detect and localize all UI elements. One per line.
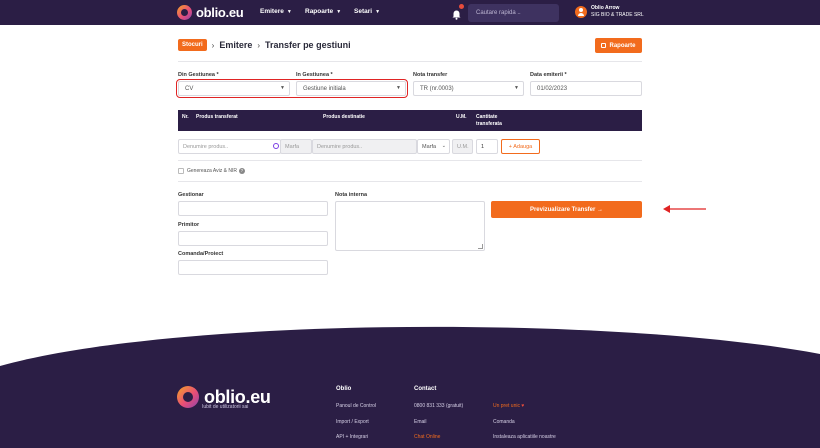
- top-navbar: oblio.eu Emitere ▼ Rapoarte ▼ Setari ▼ Caut…: [0, 0, 820, 25]
- help-icon[interactable]: ?: [238, 168, 245, 174]
- breadcrumb-emitere[interactable]: Emitere: [219, 40, 252, 50]
- gestionar-input[interactable]: [178, 201, 328, 216]
- issue-date-value: 01/02/2023: [537, 86, 568, 92]
- footer-email[interactable]: Email: [414, 419, 427, 425]
- preview-transfer-button[interactable]: Previzualizare Transfer →: [491, 201, 642, 218]
- chevron-right-icon: ›: [211, 40, 215, 50]
- footer-link[interactable]: Comanda: [493, 419, 515, 425]
- primitor-label: Primitor: [178, 222, 200, 228]
- internal-note-label: Nota interna: [335, 192, 368, 198]
- chevron-down-icon: ▼: [336, 8, 342, 15]
- issue-date-label: Data emiterii *: [530, 72, 567, 78]
- transfer-note-label: Nota transfer: [413, 72, 448, 78]
- nav-setari[interactable]: Setari ▼: [354, 8, 380, 15]
- transfer-note-value: TR (nr.0003): [420, 86, 454, 92]
- to-warehouse-label: In Gestiunea *: [296, 72, 333, 78]
- nav-label: Rapoarte: [305, 8, 334, 15]
- footer-chat[interactable]: Chat Online: [414, 434, 440, 440]
- col-nr: Nr.: [182, 114, 189, 120]
- arrow-icon: [663, 205, 706, 213]
- notification-badge: [459, 4, 464, 9]
- product-input[interactable]: Denumire produs..: [178, 139, 281, 154]
- footer: [0, 322, 820, 448]
- footer-link[interactable]: Panoul de Control: [336, 403, 376, 409]
- logo-icon: [177, 5, 192, 20]
- nav-label: Setari: [354, 8, 373, 15]
- col-um: U.M.: [456, 114, 467, 120]
- col-product-transferred: Produs transferat: [196, 114, 238, 120]
- header-divider: [178, 61, 642, 62]
- footer-col-contact-title: Contact: [414, 386, 437, 392]
- footer-tagline: Iubit de utilizatorii sai: [202, 404, 249, 410]
- nav-label: Emitere: [260, 8, 284, 15]
- nav-rapoarte[interactable]: Rapoarte ▼: [305, 8, 341, 15]
- chevron-right-icon: ›: [257, 40, 261, 50]
- footer-col-oblio-title: Oblio: [336, 386, 352, 392]
- app-logo[interactable]: oblio.eu: [177, 5, 244, 20]
- primitor-input[interactable]: [178, 231, 328, 246]
- um-input[interactable]: U.M.: [452, 139, 473, 154]
- generate-label: Genereaza Aviz & NIR?: [187, 168, 245, 174]
- breadcrumb: Stocuri › Emitere › Transfer pe gestiuni: [178, 39, 351, 51]
- highlight-box: [176, 79, 408, 98]
- footer-link[interactable]: Import / Export: [336, 419, 369, 425]
- report-icon: [601, 43, 607, 48]
- table-divider: [178, 160, 642, 161]
- chevron-down-icon: ▼: [375, 8, 381, 15]
- footer-link[interactable]: API + Integrari: [336, 434, 368, 440]
- transfer-note-field[interactable]: TR (nr.0003) ▼: [413, 81, 524, 96]
- internal-note-textarea[interactable]: [335, 201, 485, 251]
- comanda-input[interactable]: [178, 260, 328, 275]
- generate-checkbox[interactable]: [178, 168, 184, 174]
- table-header: Nr. Produs transferat Produs destinatie …: [178, 110, 642, 131]
- footer-pricing[interactable]: Un pret unic ♥: [493, 403, 524, 409]
- from-warehouse-label: Din Gestiunea *: [178, 72, 219, 78]
- user-menu[interactable]: Oblio Arrow SIG BIO & TRADE SRL: [575, 5, 644, 18]
- footer-wave: [0, 326, 820, 448]
- issue-date-field[interactable]: 01/02/2023: [530, 81, 642, 96]
- chevron-down-icon: ▼: [286, 8, 292, 15]
- add-row-button[interactable]: + Adauga: [501, 139, 540, 154]
- reports-button[interactable]: Rapoarte: [595, 38, 642, 53]
- dest-type-value: Marfa: [422, 144, 437, 150]
- footer-link[interactable]: Instaleaza aplicatiile noastre: [493, 434, 556, 440]
- dest-product-input[interactable]: Denumire produs..: [312, 139, 417, 154]
- heart-icon: ♥: [521, 403, 525, 409]
- footer-phone[interactable]: 0800 831 333 (gratuit): [414, 403, 463, 409]
- footer-pricing-label: Un pret unic: [493, 403, 520, 409]
- section-tag[interactable]: Stocuri: [178, 39, 207, 51]
- generate-label-text: Genereaza Aviz & NIR: [187, 168, 237, 174]
- product-type: Marfa: [280, 139, 312, 154]
- col-qty-line1: Cantitate: [476, 114, 498, 120]
- nav-emitere[interactable]: Emitere ▼: [260, 8, 292, 15]
- options-divider: [178, 181, 642, 182]
- logo-icon: [177, 386, 199, 408]
- bell-icon[interactable]: [452, 4, 464, 20]
- comanda-label: Comanda/Proiect: [178, 251, 224, 257]
- user-company: SIG BIO & TRADE SRL: [591, 11, 644, 18]
- gestionar-label: Gestionar: [178, 192, 204, 198]
- user-icon: [575, 5, 587, 18]
- col-qty: Cantitate transferata: [476, 114, 502, 128]
- qty-input[interactable]: 1: [476, 139, 498, 154]
- search-input[interactable]: Cautare rapida ..: [468, 4, 559, 22]
- logo-text: oblio.eu: [196, 5, 244, 20]
- dest-type-select[interactable]: Marfa ⌄: [417, 139, 450, 154]
- chevron-down-icon: ⌄: [441, 143, 446, 149]
- col-product-destination: Produs destinatie: [323, 114, 365, 120]
- product-radio[interactable]: [273, 143, 279, 149]
- chevron-down-icon: ▼: [514, 85, 519, 91]
- reports-button-label: Rapoarte: [609, 42, 636, 49]
- col-qty-line2: transferata: [476, 121, 502, 127]
- page-title: Transfer pe gestiuni: [265, 40, 351, 50]
